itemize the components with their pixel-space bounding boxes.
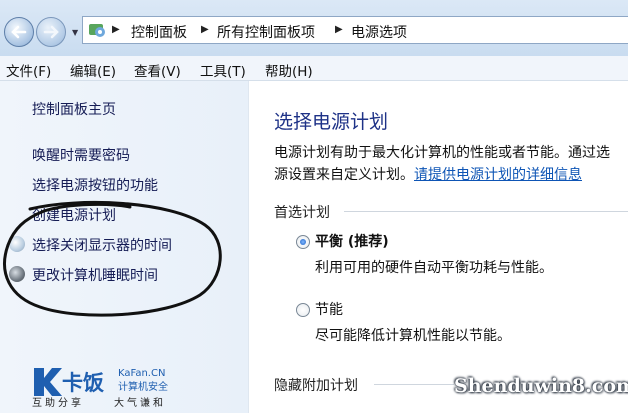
menu-edit[interactable]: 编辑(E) bbox=[70, 60, 116, 80]
sidebar: 控制面板主页 唤醒时需要密码 选择电源按钮的功能 创建电源计划 选择关闭显示器的… bbox=[0, 81, 249, 413]
description-prefix: 源设置来自定义计划。 bbox=[274, 167, 414, 183]
control-panel-icon bbox=[89, 24, 105, 37]
logo-tagline-2: 大气谦和 bbox=[114, 396, 166, 408]
breadcrumb-power-options[interactable]: 电源选项 bbox=[351, 22, 407, 42]
forward-arrow-icon bbox=[43, 25, 59, 39]
plan-balanced-radio[interactable] bbox=[296, 235, 310, 249]
menu-view[interactable]: 查看(V) bbox=[134, 60, 181, 80]
menu-file[interactable]: 文件(F) bbox=[6, 60, 51, 80]
sidebar-item-power-button[interactable]: 选择电源按钮的功能 bbox=[32, 175, 158, 195]
back-button[interactable] bbox=[4, 17, 34, 47]
breadcrumb-separator-icon: ▶ bbox=[201, 24, 209, 35]
description-line-2: 源设置来自定义计划。请提供电源计划的详细信息 bbox=[274, 164, 582, 184]
kafan-logo: 卡饭 KaFan.CN 计算机安全 互助分享 大气谦和 bbox=[32, 368, 168, 408]
plan-power-saver-description: 尽可能降低计算机性能以节能。 bbox=[315, 328, 511, 344]
sidebar-item-sleep-time[interactable]: 更改计算机睡眠时间 bbox=[32, 265, 158, 285]
back-arrow-icon bbox=[11, 25, 27, 39]
breadcrumb-control-panel[interactable]: 控制面板 bbox=[131, 22, 187, 42]
divider bbox=[374, 384, 454, 385]
breadcrumb-all-items[interactable]: 所有控制面板项 bbox=[217, 22, 315, 42]
logo-security-text: 计算机安全 bbox=[118, 380, 168, 393]
hide-additional-plans-toggle[interactable]: 隐藏附加计划 bbox=[274, 375, 358, 395]
plan-balanced-label[interactable]: 平衡 (推荐) bbox=[315, 231, 389, 251]
title-bar: ▼ ▶ 控制面板 ▶ 所有控制面板项 ▶ 电源选项 bbox=[0, 0, 628, 56]
recent-pages-dropdown-icon[interactable]: ▼ bbox=[72, 28, 78, 37]
main-content: 选择电源计划 电源计划有助于最大化计算机的性能或者节能。通过选 源设置来自定义计… bbox=[249, 81, 628, 413]
plan-power-saver-radio[interactable] bbox=[296, 303, 310, 317]
display-orb-icon bbox=[9, 236, 25, 252]
logo-tagline-1: 互助分享 bbox=[32, 396, 84, 408]
sidebar-item-create-plan[interactable]: 创建电源计划 bbox=[32, 205, 116, 225]
sidebar-item-display-off[interactable]: 选择关闭显示器的时间 bbox=[32, 235, 172, 255]
forward-button[interactable] bbox=[36, 17, 66, 47]
divider bbox=[344, 211, 628, 212]
preferred-plans-label: 首选计划 bbox=[274, 205, 330, 221]
address-bar[interactable]: ▶ 控制面板 ▶ 所有控制面板项 ▶ 电源选项 bbox=[82, 16, 628, 44]
menu-tools[interactable]: 工具(T) bbox=[200, 60, 246, 80]
sleep-orb-icon bbox=[9, 266, 25, 282]
menu-help[interactable]: 帮助(H) bbox=[265, 60, 313, 80]
plan-balanced-description: 利用可用的硬件自动平衡功耗与性能。 bbox=[315, 260, 553, 276]
plan-power-saver-label[interactable]: 节能 bbox=[315, 299, 343, 319]
site-watermark: Shenduwin8.com bbox=[454, 375, 628, 397]
breadcrumb-separator-icon: ▶ bbox=[335, 24, 343, 35]
logo-site-text: KaFan.CN bbox=[118, 368, 165, 379]
sidebar-item-wake-password[interactable]: 唤醒时需要密码 bbox=[32, 145, 130, 165]
description-line-1: 电源计划有助于最大化计算机的性能或者节能。通过选 bbox=[274, 145, 610, 161]
breadcrumb-separator-icon: ▶ bbox=[112, 24, 120, 35]
plan-details-link[interactable]: 请提供电源计划的详细信息 bbox=[414, 167, 582, 183]
sidebar-item-home[interactable]: 控制面板主页 bbox=[32, 99, 116, 119]
menu-bar: 文件(F) 编辑(E) 查看(V) 工具(T) 帮助(H) bbox=[0, 56, 628, 81]
page-title: 选择电源计划 bbox=[274, 111, 389, 133]
logo-brand-text: 卡饭 bbox=[62, 371, 104, 395]
